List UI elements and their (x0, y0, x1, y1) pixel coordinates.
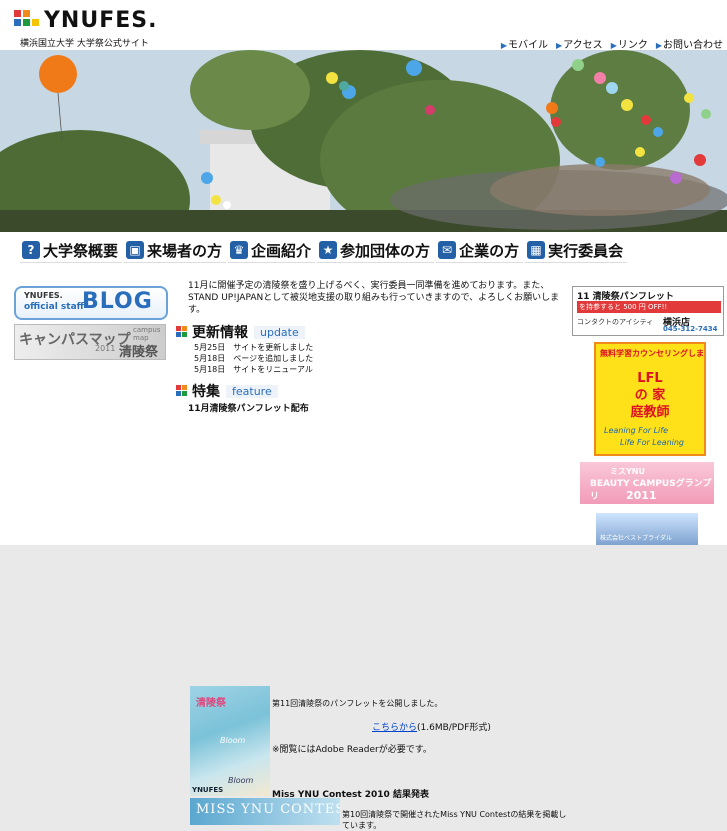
top-link-access[interactable]: ▶アクセス (556, 36, 603, 51)
tutor-ad[interactable]: 無料学習カウンセリングします LFL の 家庭教師 Leaning For Li… (594, 342, 706, 456)
trophy-icon: ♛ (230, 241, 249, 259)
logo-subtitle: 横浜国立大学 大学祭公式サイト (20, 39, 149, 49)
top-link-mobile[interactable]: ▶モバイル (501, 36, 548, 51)
site-logo[interactable]: YNUFES. 横浜国立大学 大学祭公式サイト (14, 8, 158, 49)
star-icon: ★ (319, 241, 338, 259)
top-links: ▶モバイル ▶アクセス ▶リンク ▶お問い合わせ (501, 36, 723, 51)
feature-subtitle: 11月清陵祭パンフレット配布 (188, 404, 309, 414)
feature-section-heading: 特集 feature (176, 381, 576, 401)
nav-item-companies[interactable]: ✉ 企業の方 (436, 238, 524, 263)
header: YNUFES. 横浜国立大学 大学祭公式サイト ▶モバイル ▶アクセス ▶リンク… (0, 0, 727, 51)
grid-icon: ▦ (527, 241, 546, 259)
monitor-icon: ▣ (126, 241, 145, 259)
campus-map-banner[interactable]: キャンパスマップ campus map 2011 清陵祭 (14, 324, 166, 360)
right-sidebar: 11 清陵祭パンフレット を持参すると 500 円 OFF!! コンタクトのアイ… (572, 286, 724, 545)
arrow-right-icon: ▶ (500, 41, 508, 50)
pamphlet-cover-image[interactable]: 清陵祭 Bloom Bloom YNUFES (190, 686, 270, 796)
miss-contest-banner[interactable]: MISS YNU CONTEST 2010 (190, 798, 340, 825)
news-item[interactable]: 5月18日 ページを追加しました (194, 353, 576, 364)
nav-item-committee[interactable]: ▦ 実行委員会 (525, 238, 628, 263)
section-blocks-icon (176, 385, 188, 397)
news-item[interactable]: 5月18日 サイトをリニューアル (194, 364, 576, 375)
top-link-links[interactable]: ▶リンク (611, 36, 648, 51)
hero-balloons-illustration (0, 50, 727, 232)
page: YNUFES. 横浜国立大学 大学祭公式サイト ▶モバイル ▶アクセス ▶リンク… (0, 0, 727, 830)
main-nav: ? 大学祭概要 ▣ 来場者の方 ♛ 企画紹介 ★ 参加団体の方 ✉ 企業の方 ▦… (20, 238, 720, 263)
arrow-right-icon: ▶ (655, 41, 662, 50)
intro-text: 11月に開催予定の清陵祭を盛り上げるべく、実行委員一同準備を進めております。また… (188, 281, 560, 315)
question-icon: ? (22, 241, 40, 259)
top-link-contact[interactable]: ▶お問い合わせ (656, 36, 723, 51)
beauty-campus-ad[interactable]: ミスYNU BEAUTY CAMPUSグランプリ 2011 (580, 462, 714, 504)
pamphlet-download-link[interactable]: こちらから (372, 723, 417, 733)
left-sidebar: YNUFES. official staff BLOG キャンパスマップ cam… (14, 286, 168, 360)
miss-contest-text: 第10回清陵祭で開催されたMiss YNU Contestの結果を掲載しています… (342, 810, 567, 830)
news-item[interactable]: 5月25日 サイトを更新しました (194, 342, 576, 353)
logo-text: YNUFES. (44, 8, 158, 33)
eyecity-ad[interactable]: 11 清陵祭パンフレット を持参すると 500 円 OFF!! コンタクトのアイ… (572, 286, 724, 336)
main-content: 11月に開催予定の清陵祭を盛り上げるべく、実行委員一同準備を進めております。また… (176, 280, 576, 830)
nav-item-events[interactable]: ♛ 企画紹介 (228, 238, 316, 263)
mail-icon: ✉ (438, 241, 457, 259)
arrow-right-icon: ▶ (610, 41, 617, 50)
arrow-right-icon: ▶ (556, 41, 563, 50)
nav-item-overview[interactable]: ? 大学祭概要 (20, 238, 123, 263)
reader-note: ※閲覧にはAdobe Readerが必要です。 (272, 745, 432, 755)
nav-item-groups[interactable]: ★ 参加団体の方 (317, 238, 435, 263)
download-row: こちらから(1.6MB/PDF形式) (372, 723, 491, 733)
bridal-ad[interactable]: 株式会社ベストブライダル (596, 513, 698, 545)
news-list: 5月25日 サイトを更新しました 5月18日 ページを追加しました 5月18日 … (194, 342, 576, 375)
news-section-heading: 更新情報 update (176, 322, 576, 342)
nav-item-visitors[interactable]: ▣ 来場者の方 (124, 238, 227, 263)
logo-mark-icon (14, 10, 40, 32)
section-blocks-icon (176, 326, 188, 338)
staff-blog-banner[interactable]: YNUFES. official staff BLOG (14, 286, 168, 320)
feature-text: 第11回清陵祭のパンフレットを公開しました。 (272, 699, 443, 708)
hero-photo (0, 50, 727, 232)
